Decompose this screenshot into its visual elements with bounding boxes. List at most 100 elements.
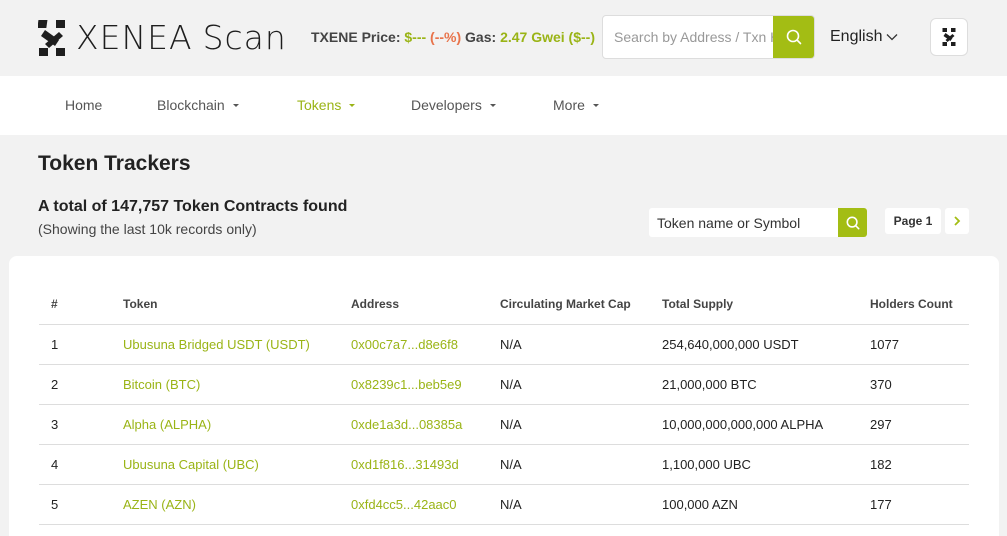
caret-down-icon	[592, 104, 599, 107]
token-search	[649, 208, 867, 237]
table-row: 1 Ubusuna Bridged USDT (USDT) 0x00c7a7..…	[39, 324, 969, 365]
total-supply-cell: 10,000,000,000,000 ALPHA	[650, 404, 858, 445]
total-supply-cell: 21,000,000 BTC	[650, 364, 858, 405]
nav-tokens-label: Tokens	[297, 97, 342, 113]
total-supply-cell: 254,640,000,000 USDT	[650, 324, 858, 365]
row-number: 5	[39, 484, 111, 525]
next-page-button[interactable]	[945, 208, 969, 234]
token-cell: Alpha (ALPHA)	[111, 404, 339, 445]
table-header-row: # Token Address Circulating Market Cap T…	[39, 284, 969, 325]
token-cell: Bitcoin (BTC)	[111, 364, 339, 405]
address-link[interactable]: 0xfd4cc5...42aac0	[351, 497, 457, 512]
language-label: English	[830, 28, 883, 45]
market-cap-cell: N/A	[488, 364, 650, 405]
gas-value: 2.47 Gwei ($--)	[500, 29, 595, 45]
table-row: 2 Bitcoin (BTC) 0x8239c1...beb5e9 N/A 21…	[39, 364, 969, 405]
token-link[interactable]: AZEN (AZN)	[123, 497, 196, 512]
chevron-right-icon	[954, 216, 961, 226]
nav-blockchain-label: Blockchain	[157, 97, 225, 113]
address-cell: 0xfd4cc5...42aac0	[339, 484, 488, 525]
header-search	[602, 15, 815, 59]
col-header-token: Token	[111, 284, 339, 325]
token-cell: Ubusuna Capital (UBC)	[111, 444, 339, 485]
nav-blockchain[interactable]: Blockchain	[157, 97, 239, 113]
row-number: 2	[39, 364, 111, 405]
search-icon	[846, 216, 859, 229]
nav-developers-label: Developers	[411, 97, 482, 113]
holders-cell: 370	[858, 364, 969, 405]
token-link[interactable]: Alpha (ALPHA)	[123, 417, 211, 432]
total-supply-cell: 1,100,000 UBC	[650, 444, 858, 485]
address-cell: 0x00c7a7...d8e6f8	[339, 324, 488, 365]
market-cap-cell: N/A	[488, 324, 650, 365]
table-row: 4 Ubusuna Capital (UBC) 0xd1f816...31493…	[39, 444, 969, 485]
page-title: Token Trackers	[38, 152, 191, 175]
brand-name: XENEA	[76, 18, 193, 57]
site-header: XENEA Scan TXENE Price: $--- (--%) Gas: 2…	[0, 0, 1007, 76]
header-search-button[interactable]	[773, 16, 814, 58]
xenea-logo-icon	[38, 20, 65, 56]
row-number: 4	[39, 444, 111, 485]
address-link[interactable]: 0x00c7a7...d8e6f8	[351, 337, 458, 352]
address-cell: 0xd1f816...31493d	[339, 444, 488, 485]
search-icon	[786, 29, 801, 45]
site-logo[interactable]: XENEA Scan	[38, 16, 287, 60]
caret-down-icon	[349, 104, 356, 107]
col-header-number: #	[39, 284, 111, 325]
page-indicator: Page 1	[885, 208, 941, 234]
xenea-app-button[interactable]	[930, 18, 968, 56]
nav-more-label: More	[553, 97, 585, 113]
row-number: 3	[39, 404, 111, 445]
address-link[interactable]: 0x8239c1...beb5e9	[351, 377, 462, 392]
price-change: (--%)	[430, 29, 462, 45]
holders-cell: 182	[858, 444, 969, 485]
header-search-input[interactable]	[603, 16, 775, 58]
total-count: A total of 147,757 Token Contracts found	[38, 198, 348, 215]
language-selector[interactable]: English	[830, 28, 898, 46]
token-search-button[interactable]	[838, 208, 867, 237]
holders-cell: 297	[858, 404, 969, 445]
nav-home-label: Home	[65, 97, 103, 113]
market-cap-cell: N/A	[488, 484, 650, 525]
token-link[interactable]: Ubusuna Capital (UBC)	[123, 457, 259, 472]
caret-down-icon	[489, 104, 496, 107]
table-row: 5 AZEN (AZN) 0xfd4cc5...42aac0 N/A 100,0…	[39, 484, 969, 525]
total-supply-cell: 100,000 AZN	[650, 484, 858, 525]
address-cell: 0xde1a3d...08385a	[339, 404, 488, 445]
chevron-down-icon	[887, 34, 898, 41]
token-table-card: # Token Address Circulating Market Cap T…	[9, 256, 999, 536]
token-link[interactable]: Ubusuna Bridged USDT (USDT)	[123, 337, 310, 352]
col-header-address: Address	[339, 284, 488, 325]
holders-cell: 1077	[858, 324, 969, 365]
brand-suffix: Scan	[202, 18, 287, 57]
row-number: 1	[39, 324, 111, 365]
table-row: 3 Alpha (ALPHA) 0xde1a3d...08385a N/A 10…	[39, 404, 969, 445]
address-cell: 0x8239c1...beb5e9	[339, 364, 488, 405]
market-cap-cell: N/A	[488, 404, 650, 445]
address-link[interactable]: 0xd1f816...31493d	[351, 457, 459, 472]
market-cap-cell: N/A	[488, 444, 650, 485]
nav-developers[interactable]: Developers	[411, 97, 496, 113]
token-table: # Token Address Circulating Market Cap T…	[39, 284, 969, 525]
token-cell: Ubusuna Bridged USDT (USDT)	[111, 324, 339, 365]
price-label: TXENE Price:	[311, 29, 401, 45]
nav-more[interactable]: More	[553, 97, 599, 113]
token-search-input[interactable]	[649, 208, 837, 237]
nav-home[interactable]: Home	[65, 97, 102, 113]
gas-label: Gas:	[465, 29, 497, 45]
col-header-total-supply: Total Supply	[650, 284, 858, 325]
logo-wordmark: XENEA Scan	[76, 16, 287, 60]
token-link[interactable]: Bitcoin (BTC)	[123, 377, 200, 392]
address-link[interactable]: 0xde1a3d...08385a	[351, 417, 462, 432]
token-cell: AZEN (AZN)	[111, 484, 339, 525]
xenea-app-icon	[942, 28, 956, 46]
records-note: (Showing the last 10k records only)	[38, 221, 257, 237]
price-value: $---	[404, 29, 427, 45]
caret-down-icon	[232, 104, 239, 107]
price-ticker: TXENE Price: $--- (--%) Gas: 2.47 Gwei (…	[311, 29, 595, 45]
nav-tokens[interactable]: Tokens	[297, 97, 356, 113]
main-nav: Home Blockchain Tokens Developers More	[0, 76, 1007, 135]
holders-cell: 177	[858, 484, 969, 525]
col-header-holders: Holders Count	[858, 284, 969, 325]
col-header-market-cap: Circulating Market Cap	[488, 284, 650, 325]
